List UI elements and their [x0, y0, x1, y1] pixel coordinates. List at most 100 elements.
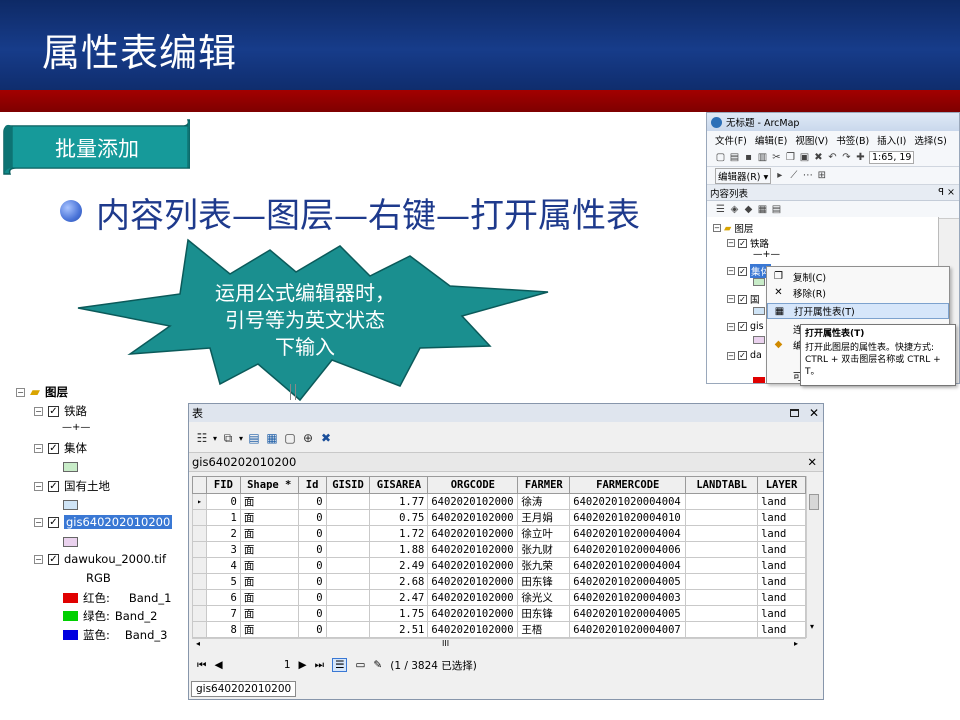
- table-cell[interactable]: [685, 509, 759, 526]
- table-cell[interactable]: 2.47: [369, 589, 429, 606]
- table-cell[interactable]: 64020201020004005: [569, 573, 687, 590]
- table-cell[interactable]: 田东锋: [517, 573, 571, 590]
- table-cell[interactable]: [685, 573, 759, 590]
- table-cell[interactable]: [685, 589, 759, 606]
- maximize-icon[interactable]: [790, 409, 800, 417]
- column-header[interactable]: FARMERCODE: [569, 476, 687, 494]
- table-cell[interactable]: [325, 605, 371, 622]
- table-cell[interactable]: 张九财: [517, 541, 571, 558]
- table-cell[interactable]: 64020201020004005: [569, 605, 687, 622]
- select-by-attributes-icon[interactable]: ▤: [247, 431, 261, 445]
- table-cell[interactable]: 王梧: [517, 621, 571, 638]
- undo-icon[interactable]: ↶: [827, 152, 838, 163]
- table-cell[interactable]: land: [757, 573, 806, 590]
- collapse-icon[interactable]: −: [34, 443, 43, 453]
- checkbox-checked-icon[interactable]: ✓: [48, 405, 59, 417]
- bottom-layer-tab[interactable]: gis640202010200: [191, 681, 297, 697]
- table-cell[interactable]: 0: [297, 557, 327, 574]
- row-header[interactable]: [192, 557, 207, 574]
- table-cell[interactable]: 徐涛: [517, 493, 571, 510]
- current-record-field[interactable]: 1: [231, 659, 291, 671]
- table-cell[interactable]: 6402020102000: [427, 621, 519, 638]
- toc-layer-gis[interactable]: − ✓ gis640202010200: [34, 515, 173, 529]
- table-cell[interactable]: 6402020102000: [427, 509, 519, 526]
- checkbox-checked-icon[interactable]: ✓: [738, 294, 747, 304]
- collapse-icon[interactable]: −: [727, 351, 735, 360]
- prev-record-icon[interactable]: ◀: [214, 659, 222, 671]
- table-cell[interactable]: [325, 525, 371, 542]
- related-tables-icon[interactable]: ⧉: [221, 431, 235, 445]
- table-cell[interactable]: 7: [205, 605, 241, 622]
- table-cell[interactable]: 6: [205, 589, 241, 606]
- table-row[interactable]: 6 面 0 2.47 6402020102000 徐光义 64020201020004003…: [192, 589, 806, 606]
- menu-file[interactable]: 文件(F): [715, 133, 747, 147]
- row-header[interactable]: [192, 525, 207, 542]
- table-cell[interactable]: [325, 509, 371, 526]
- table-cell[interactable]: 64020201020004004: [569, 557, 687, 574]
- table-cell[interactable]: [685, 541, 759, 558]
- checkbox-checked-icon[interactable]: ✓: [48, 442, 59, 454]
- table-cell[interactable]: [685, 493, 759, 510]
- first-record-icon[interactable]: ⏮: [197, 659, 206, 672]
- collapse-icon[interactable]: −: [727, 267, 735, 275]
- close-tab-icon[interactable]: ✕: [807, 455, 817, 469]
- clear-selection-icon[interactable]: ▢: [283, 431, 297, 445]
- table-cell[interactable]: 64020201020004003: [569, 589, 687, 606]
- table-cell[interactable]: 64020201020004004: [569, 525, 687, 542]
- vertex-icon[interactable]: ⋯: [802, 170, 813, 181]
- scroll-left-icon[interactable]: ◂: [196, 639, 200, 648]
- table-cell[interactable]: 64020201020004007: [569, 621, 687, 638]
- toc-layer-dawukou[interactable]: − ✓ dawukou_2000.tif: [34, 552, 166, 566]
- dropdown-arrow-icon[interactable]: ▾: [239, 434, 243, 443]
- collapse-icon[interactable]: −: [727, 239, 735, 247]
- options-icon[interactable]: ▤: [771, 204, 782, 215]
- ctx-copy[interactable]: ❐ 复制(C): [767, 269, 949, 285]
- collapse-icon[interactable]: −: [34, 406, 43, 416]
- horizontal-scrollbar[interactable]: ◂ III ▸: [192, 638, 806, 651]
- row-header[interactable]: [192, 573, 207, 590]
- table-cell[interactable]: 1.72: [369, 525, 429, 542]
- table-cell[interactable]: [325, 493, 371, 510]
- table-options-icon[interactable]: ☷: [195, 431, 209, 445]
- table-cell[interactable]: 0.75: [369, 509, 429, 526]
- toc-layer-rail[interactable]: − ✓ 铁路: [34, 403, 87, 419]
- table-cell[interactable]: land: [757, 525, 806, 542]
- table-cell[interactable]: 张九荣: [517, 557, 571, 574]
- scroll-down-icon[interactable]: ▾: [810, 622, 814, 631]
- checkbox-checked-icon[interactable]: ✓: [48, 516, 59, 528]
- menu-insert[interactable]: 插入(I): [877, 133, 906, 147]
- table-cell[interactable]: 1: [205, 509, 241, 526]
- menu-view[interactable]: 视图(V): [795, 133, 828, 147]
- table-cell[interactable]: 田东锋: [517, 605, 571, 622]
- paste-icon[interactable]: ▣: [799, 152, 810, 163]
- collapse-icon[interactable]: −: [34, 517, 43, 527]
- checkbox-checked-icon[interactable]: ✓: [738, 266, 747, 276]
- add-data-icon[interactable]: ✚: [855, 152, 866, 163]
- row-header[interactable]: [192, 589, 207, 606]
- table-cell[interactable]: 6402020102000: [427, 541, 519, 558]
- table-cell[interactable]: 6402020102000: [427, 493, 519, 510]
- table-row[interactable]: 8 面 0 2.51 6402020102000 王梧 64020201020004007 l…: [192, 621, 806, 638]
- new-icon[interactable]: ▢: [715, 152, 726, 163]
- checkbox-checked-icon[interactable]: ✓: [738, 322, 747, 331]
- sketch-icon[interactable]: ⟋: [788, 170, 799, 181]
- column-header[interactable]: LANDTABL: [685, 476, 759, 494]
- table-row[interactable]: 4 面 0 2.49 6402020102000 张九荣 64020201020004004…: [192, 557, 806, 574]
- collapse-icon[interactable]: −: [16, 387, 25, 397]
- scale-box[interactable]: 1:65, 19: [869, 151, 915, 164]
- row-header[interactable]: [192, 509, 207, 526]
- table-cell[interactable]: [325, 557, 371, 574]
- list-by-drawing-icon[interactable]: ☰: [715, 204, 726, 215]
- table-cell[interactable]: [325, 541, 371, 558]
- table-row[interactable]: 3 面 0 1.88 6402020102000 张九财 64020201020004006…: [192, 541, 806, 558]
- toc-layer-jiti[interactable]: − ✓ 集体: [34, 440, 87, 456]
- table-cell[interactable]: 6402020102000: [427, 573, 519, 590]
- table-cell[interactable]: 0: [205, 493, 241, 510]
- table-cell[interactable]: land: [757, 605, 806, 622]
- collapse-icon[interactable]: −: [727, 295, 735, 303]
- list-by-visibility-icon[interactable]: ◆: [743, 204, 754, 215]
- column-header[interactable]: Shape *: [239, 476, 299, 494]
- ctx-open-attribute-table[interactable]: ▦ 打开属性表(T): [767, 303, 949, 319]
- row-header[interactable]: [192, 541, 207, 558]
- table-cell[interactable]: 6402020102000: [427, 589, 519, 606]
